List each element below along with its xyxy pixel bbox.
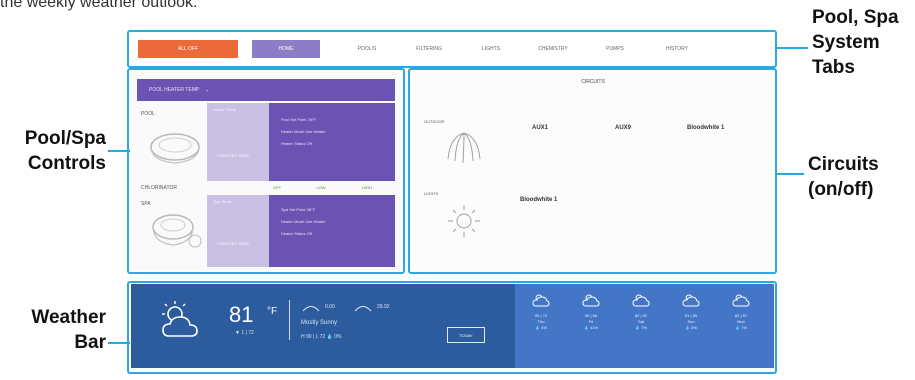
pressure-value: 29.92 — [377, 304, 390, 310]
tab-history[interactable]: HISTORY — [646, 46, 708, 52]
pool-icon — [150, 133, 200, 164]
wind-gauge-icon — [302, 306, 320, 312]
pool-set-point[interactable]: Pool Set Point 78°F — [281, 117, 316, 122]
callout-tabs-line3: Tabs — [812, 57, 855, 78]
spa-set-point[interactable]: Spa Set Point 98°F — [281, 207, 315, 212]
partly-cloudy-icon — [682, 294, 700, 307]
spa-settings-panel: Spa Set Point 98°F Heater Mode Use Heate… — [269, 195, 395, 267]
forecast-rain: 💧 7% — [635, 325, 647, 330]
tab-home[interactable]: HOME — [252, 40, 320, 58]
spa-temp-panel[interactable]: Spa Temp COMFORT TEMP — [207, 195, 269, 267]
chevron-down-icon: ⌄ — [205, 87, 210, 93]
chlorinator-off-chip[interactable]: OFF — [263, 183, 291, 191]
circuit-aux9[interactable]: AUX9 — [615, 125, 631, 131]
circuit-bloodwhite-1-lights[interactable]: Bloodwhite 1 — [520, 197, 557, 203]
tab-chemistry[interactable]: CHEMISTRY — [522, 46, 584, 52]
forecast-rain: 💧 7% — [735, 325, 747, 330]
callout-controls-line2: Controls — [27, 153, 106, 174]
partly-cloudy-icon — [632, 294, 650, 307]
weather-condition: Mostly Sunny — [301, 320, 338, 326]
tab-pumps[interactable]: PUMPS — [584, 46, 646, 52]
intro-text: the weekly weather outlook. — [0, 0, 198, 11]
all-off-button[interactable]: ALL OFF — [138, 40, 238, 58]
heater-temp-dropdown[interactable]: POOL HEATER TEMP ⌄ — [137, 79, 395, 101]
callout-controls: Pool/Spa Controls — [6, 126, 106, 176]
chlorinator-high-chip[interactable]: HIGH — [353, 183, 381, 191]
callout-weather: Weather Bar — [6, 305, 106, 355]
spa-temp-label: Spa Temp — [213, 199, 231, 204]
spa-icon — [152, 214, 202, 248]
circuits-panel: CIRCUITS OUTDOOR AUX1 AUX9 Bloodwhite 1 … — [412, 71, 774, 271]
forecast-day[interactable]: 90 | 72 Thu 💧 4% — [521, 292, 561, 331]
callout-circuits: Circuits (on/off) — [808, 152, 879, 202]
callout-weather-line2: Bar — [74, 332, 106, 353]
heater-temp-label: POOL HEATER TEMP — [149, 87, 200, 93]
callout-circuits-line1: Circuits — [808, 154, 879, 175]
callout-controls-line1: Pool/Spa — [24, 128, 106, 149]
pool-label: POOL — [141, 111, 155, 117]
fountain-icon[interactable] — [442, 127, 486, 167]
pressure-gauge-icon — [354, 306, 372, 312]
today-button[interactable]: TODAY — [447, 327, 485, 343]
forecast-day[interactable]: 81 | 55 Sun 💧 0% — [671, 292, 711, 331]
spa-comfort-temp-label: COMFORT TEMP — [217, 241, 250, 246]
forecast-rain: 💧 41% — [583, 325, 599, 330]
weather-bar: 81 °F ▼ 1 | 72 0.00 29.92 Mostly Sunny H… — [131, 284, 774, 368]
forecast-day[interactable]: 90 | 66 Fri 💧 41% — [571, 292, 611, 331]
chlorinator-low-chip[interactable]: LOW — [307, 183, 335, 191]
forecast-day[interactable]: 82 | 67 Mon 💧 7% — [721, 292, 761, 331]
temp-trend: ▼ 1 | 72 — [235, 330, 254, 336]
outdoor-label: OUTDOOR — [424, 119, 445, 124]
pool-settings-panel: Pool Set Point 78°F Heater Mode Use Heat… — [269, 103, 395, 181]
partly-cloudy-icon — [532, 294, 550, 307]
weather-divider — [289, 300, 290, 340]
pool-heater-temp-label: Heater Temp — [213, 107, 236, 112]
forecast-rain: 💧 4% — [535, 325, 547, 330]
circuits-title: CIRCUITS — [581, 79, 605, 85]
partly-cloudy-icon — [582, 294, 600, 307]
tab-pools[interactable]: POOL/S — [336, 46, 398, 52]
pool-heater-status: Heater Status Off — [281, 141, 312, 146]
forecast-rain: 💧 0% — [685, 325, 697, 330]
current-temperature: 81 — [229, 302, 254, 327]
tab-filtering[interactable]: FILTERING — [398, 46, 460, 52]
circuit-bloodwhite-1[interactable]: Bloodwhite 1 — [687, 125, 724, 131]
tab-lights[interactable]: LIGHTS — [460, 46, 522, 52]
callout-tabs: Pool, Spa System Tabs — [812, 5, 899, 80]
callout-weather-line1: Weather — [31, 307, 106, 328]
weather-detail: H 90 | L 72 💧 0% — [301, 334, 342, 340]
partly-cloudy-icon — [162, 301, 198, 337]
system-tabs: ALL OFF HOME POOL/S FILTERING LIGHTS CHE… — [130, 34, 775, 64]
circuit-aux1[interactable]: AUX1 — [532, 125, 548, 131]
pool-heater-temp-panel[interactable]: Heater Temp COMFORT TEMP — [207, 103, 269, 181]
spa-heater-status: Heater Status Off — [281, 231, 312, 236]
pool-comfort-temp-label: COMFORT TEMP — [217, 153, 250, 158]
callout-tabs-line2: System — [812, 32, 880, 53]
pool-heater-mode[interactable]: Heater Mode Use Heater — [281, 129, 325, 134]
callout-circuits-line2: (on/off) — [808, 179, 874, 200]
callout-tabs-line1: Pool, Spa — [812, 7, 899, 28]
callout-circuits-connector — [776, 173, 804, 175]
temperature-unit: °F — [267, 306, 278, 317]
pool-spa-controls: POOL HEATER TEMP ⌄ POOL Heater Temp COMFO… — [131, 71, 401, 271]
chlorinator-label: CHLORINATOR — [141, 185, 177, 191]
wind-value-a: 0.00 — [325, 304, 335, 310]
partly-cloudy-icon — [732, 294, 750, 307]
lights-label: LIGHTS — [424, 191, 439, 196]
weekly-forecast: 90 | 72 Thu 💧 4% 90 | 66 Fri 💧 41% 82 | … — [515, 284, 774, 368]
light-bulb-icon[interactable] — [444, 201, 484, 241]
callout-tabs-connector — [776, 47, 808, 49]
spa-heater-mode[interactable]: Heater Mode Use Heater — [281, 219, 325, 224]
forecast-day[interactable]: 82 | 62 Sat 💧 7% — [621, 292, 661, 331]
